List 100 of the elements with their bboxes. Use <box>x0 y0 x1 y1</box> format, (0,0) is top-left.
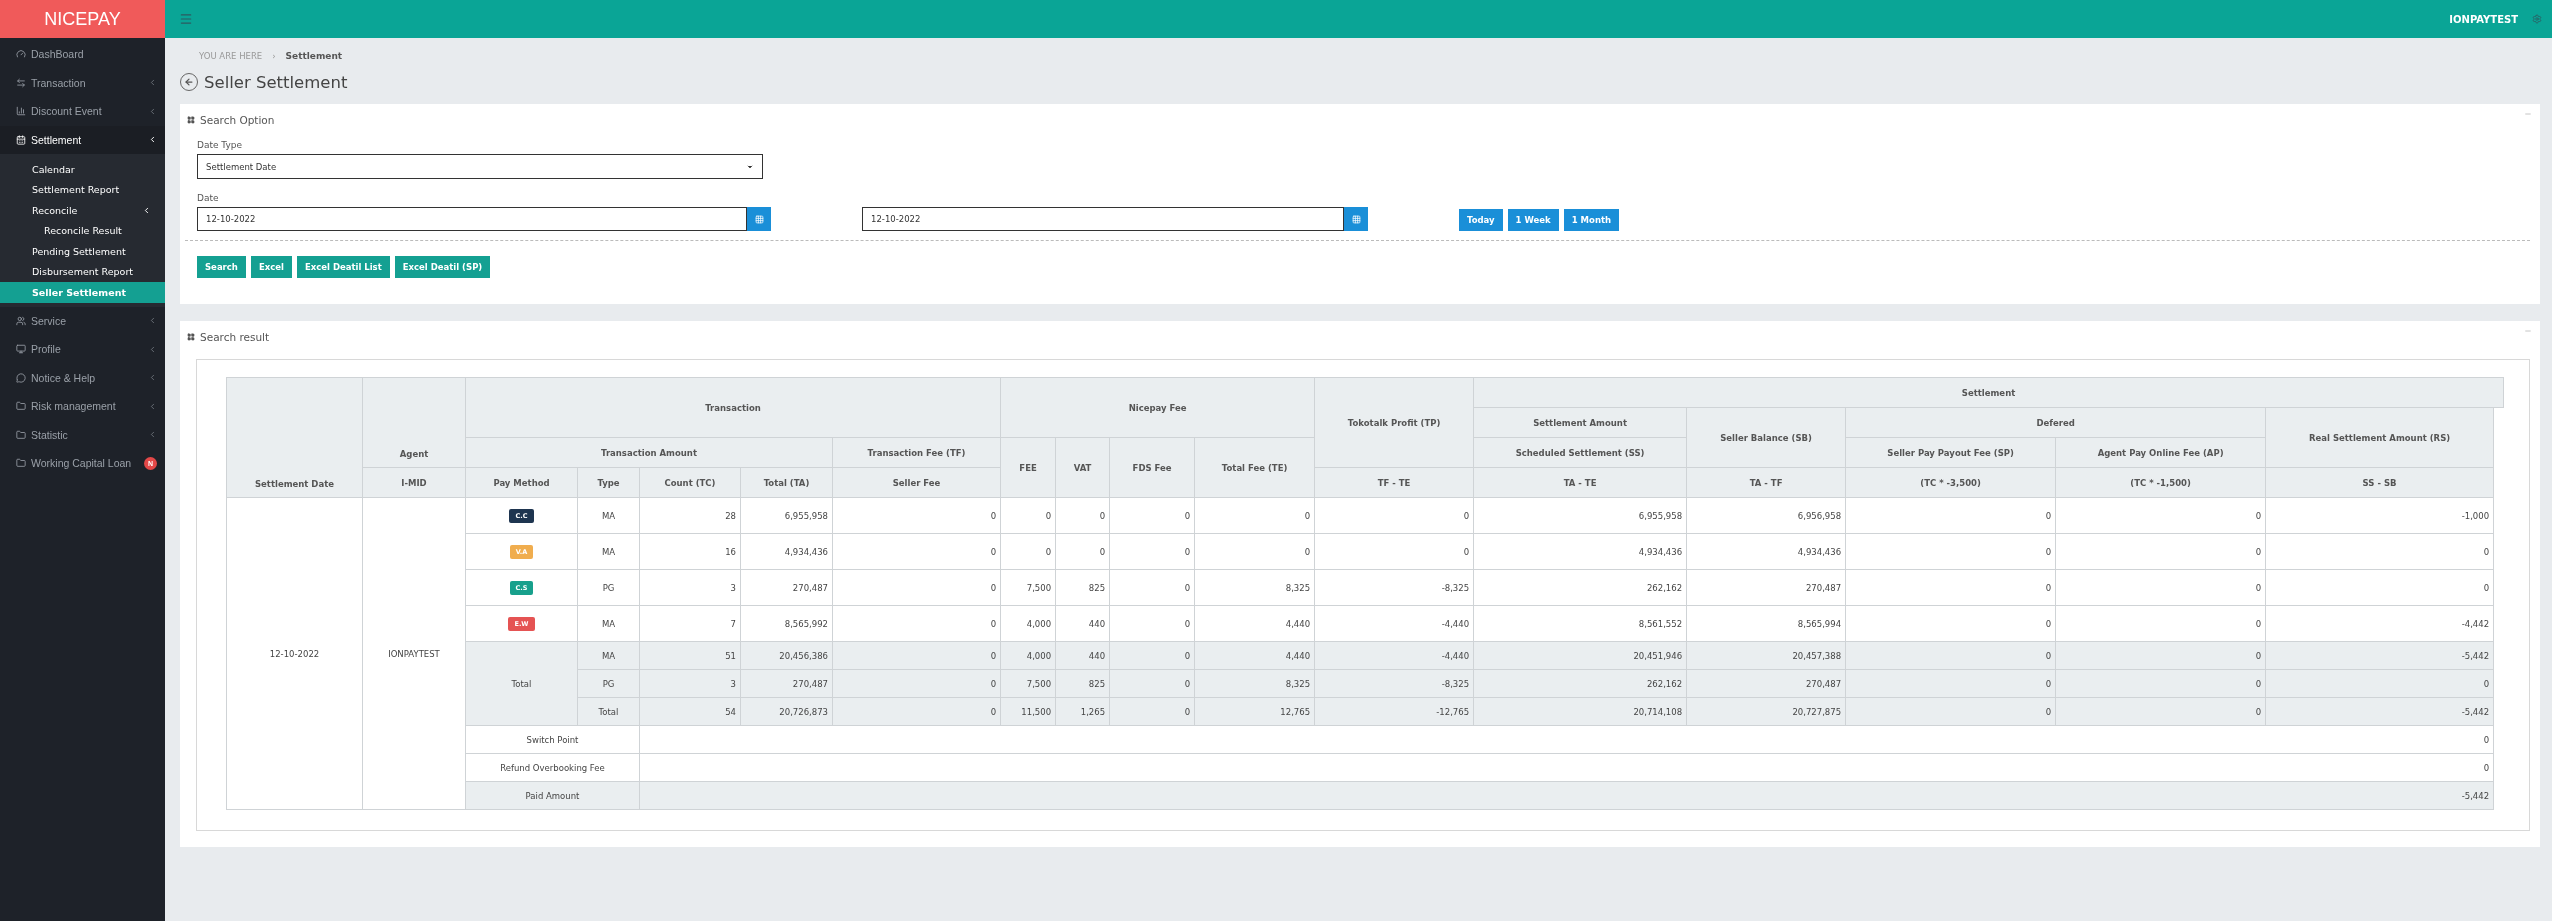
calendar-icon[interactable] <box>747 207 771 231</box>
table-cell: -4,442 <box>2265 605 2494 642</box>
grid-icon <box>187 333 195 341</box>
table-cell: PG <box>577 669 640 698</box>
table-cell: 0 <box>2055 533 2266 570</box>
table-cell: 20,457,388 <box>1686 641 1846 670</box>
date-type-select[interactable]: Settlement Date <box>197 154 763 179</box>
action-button[interactable]: Excel Deatil (SP) <box>394 256 491 278</box>
table-cell: 12,765 <box>1194 697 1315 726</box>
action-button[interactable]: Excel <box>250 256 292 278</box>
table-cell: 3 <box>639 569 741 606</box>
table-cell: -5,442 <box>2265 697 2494 726</box>
table-cell: 51 <box>639 641 741 670</box>
chevron-icon <box>148 106 157 116</box>
date-from-field[interactable]: 12-10-2022 <box>197 207 747 231</box>
table-cell: -12,765 <box>1314 697 1474 726</box>
sidebar-item[interactable]: Transaction <box>0 68 165 97</box>
column-header: TF - TE <box>1314 467 1474 498</box>
table-cell: 0 <box>1055 497 1110 534</box>
column-header: Seller Fee <box>832 467 1001 498</box>
column-header: Agent Pay Online Fee (AP) <box>2055 437 2266 468</box>
sidebar-item[interactable]: Risk management <box>0 392 165 421</box>
sidebar-subitem[interactable]: Reconcile <box>0 200 165 221</box>
column-header: FEE <box>1000 437 1056 498</box>
column-header: (TC * -3,500) <box>1845 467 2056 498</box>
table-cell: 6,955,958 <box>740 497 833 534</box>
table-cell: 0 <box>1109 533 1195 570</box>
chevron-icon <box>148 344 157 354</box>
table-cell: 270,487 <box>1686 669 1846 698</box>
table-cell: 0 <box>2265 533 2494 570</box>
sidebar-item[interactable]: Discount Event <box>0 97 165 126</box>
table-cell: Paid Amount <box>465 781 640 810</box>
breadcrumb-prefix: YOU ARE HERE <box>199 51 263 61</box>
settings-icon[interactable] <box>2532 14 2542 24</box>
action-button[interactable]: Search <box>197 256 246 278</box>
table-cell: -1,000 <box>2265 497 2494 534</box>
table-cell: 825 <box>1055 569 1110 606</box>
table-cell: 54 <box>639 697 741 726</box>
table-cell: MA <box>577 605 640 642</box>
table-cell: 0 <box>1845 641 2056 670</box>
chevron-icon <box>148 78 157 88</box>
sidebar-item[interactable]: Service <box>0 306 165 335</box>
date-to-field[interactable]: 12-10-2022 <box>862 207 1344 231</box>
menu-item-icon <box>16 49 26 60</box>
table-cell: -4,440 <box>1314 605 1474 642</box>
menu-item-icon <box>16 134 26 145</box>
table-cell: -8,325 <box>1314 569 1474 606</box>
menu-icon[interactable] <box>179 12 193 26</box>
table-cell: 0 <box>1055 533 1110 570</box>
table-cell: 16 <box>639 533 741 570</box>
table-cell: 7 <box>639 605 741 642</box>
action-button[interactable]: Excel Deatil List <box>296 256 390 278</box>
sidebar-subitem[interactable]: Calendar <box>0 159 165 180</box>
menu-item-icon <box>16 315 26 326</box>
sidebar-item[interactable]: Profile <box>0 335 165 364</box>
column-header: Nicepay Fee <box>1000 377 1315 438</box>
table-cell: 0 <box>639 753 2494 782</box>
calendar-icon[interactable] <box>1344 207 1368 231</box>
table-cell: 0 <box>1000 533 1056 570</box>
table-cell: 4,440 <box>1194 641 1315 670</box>
chevron-icon <box>148 135 157 145</box>
table-cell: 0 <box>832 569 1001 606</box>
menu-item-icon <box>16 458 26 469</box>
table-cell: 270,487 <box>740 569 833 606</box>
table-cell: 0 <box>1314 533 1474 570</box>
chevron-icon <box>148 316 157 326</box>
sidebar-subitem[interactable]: Disbursement Report <box>0 261 165 282</box>
table-cell: 0 <box>1109 641 1195 670</box>
column-header: Agent <box>362 377 466 468</box>
sidebar-item[interactable]: Settlement <box>0 125 165 154</box>
table-cell: 0 <box>1845 669 2056 698</box>
breadcrumb-current[interactable]: Settlement <box>285 51 343 61</box>
sidebar-subitem[interactable]: Settlement Report <box>0 179 165 200</box>
sidebar-item[interactable]: DashBoard <box>0 40 165 69</box>
panel-title: Search result <box>200 331 270 343</box>
table-cell: 20,456,386 <box>740 641 833 670</box>
table-cell: MA <box>577 497 640 534</box>
table-cell: 4,440 <box>1194 605 1315 642</box>
sidebar-subitem[interactable]: Reconcile Result <box>0 220 165 241</box>
grid-icon <box>187 116 195 124</box>
table-cell: 0 <box>1109 569 1195 606</box>
column-header: Type <box>577 467 640 498</box>
collapse-icon[interactable] <box>2524 110 2532 118</box>
panel-title: Search Option <box>200 114 275 126</box>
sidebar-subitem[interactable]: Pending Settlement <box>0 241 165 262</box>
table-cell: 0 <box>2055 697 2266 726</box>
table-cell: 0 <box>2265 669 2494 698</box>
sidebar-subitem[interactable]: Seller Settlement <box>0 282 165 303</box>
range-button[interactable]: 1 Month <box>1563 208 1620 231</box>
range-button[interactable]: Today <box>1459 208 1503 231</box>
collapse-icon[interactable] <box>2524 327 2532 335</box>
range-button[interactable]: 1 Week <box>1507 208 1559 231</box>
field-label: Date <box>197 193 220 203</box>
brand-logo[interactable]: NICEPAY <box>0 0 165 38</box>
table-cell: 4,934,436 <box>1686 533 1846 570</box>
table-cell: 0 <box>2055 641 2266 670</box>
sidebar-item[interactable]: Notice & Help <box>0 363 165 392</box>
table-cell: 0 <box>1194 533 1315 570</box>
sidebar-item[interactable]: Statistic <box>0 420 165 449</box>
table-cell: 0 <box>1109 497 1195 534</box>
